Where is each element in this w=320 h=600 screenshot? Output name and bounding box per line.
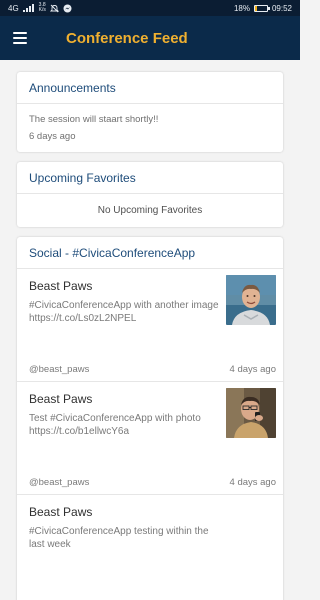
post-text: Test #CivicaConferenceApp with photo htt…: [29, 413, 201, 437]
net-speed-unit: K/s: [38, 7, 46, 13]
post-time: 4 days ago: [229, 364, 276, 375]
hamburger-icon-line: [13, 37, 27, 39]
social-post[interactable]: Beast Paws #CivicaConferenceApp testing …: [17, 495, 283, 600]
muted-bell-icon: [49, 4, 59, 12]
page-title: Conference Feed: [66, 29, 188, 47]
menu-button[interactable]: [0, 16, 40, 60]
hamburger-icon-line: [13, 42, 27, 44]
post-photo[interactable]: [226, 275, 276, 325]
favorites-empty-text: No Upcoming Favorites: [97, 205, 203, 216]
status-right: 18% 09:52: [234, 4, 292, 13]
post-text: #CivicaConferenceApp with another image …: [29, 300, 219, 324]
post-text: #CivicaConferenceApp testing within the …: [29, 526, 209, 550]
social-post[interactable]: Beast Paws Test #CivicaConferenceApp wit…: [17, 382, 283, 495]
status-left: 4G 3.8 K/s: [8, 3, 72, 13]
social-card: Social - #CivicaConferenceApp Beast Paws…: [17, 237, 283, 600]
feed-content[interactable]: Announcements The session will staart sh…: [0, 60, 300, 600]
battery-level: [254, 5, 258, 11]
post-footer: @beast_paws 4 days ago: [29, 477, 276, 488]
net-speed: 3.8 K/s: [39, 3, 46, 13]
hamburger-icon-line: [13, 32, 27, 34]
announcements-header: Announcements: [17, 72, 283, 104]
post-handle: @beast_paws: [29, 477, 90, 488]
favorites-header: Upcoming Favorites: [17, 162, 283, 194]
post-footer: @beast_paws 4 days ago: [29, 364, 276, 375]
clock: 09:52: [271, 3, 292, 13]
post-photo[interactable]: [226, 388, 276, 438]
announcements-card: Announcements The session will staart sh…: [17, 72, 283, 152]
messenger-icon: [63, 4, 72, 12]
battery-percent: 18%: [233, 3, 250, 13]
signal-icon: [22, 4, 34, 12]
post-handle: @beast_paws: [29, 364, 90, 375]
announcement-item[interactable]: The session will staart shortly!! 6 days…: [17, 104, 283, 152]
social-header: Social - #CivicaConferenceApp: [17, 237, 283, 269]
battery-icon: [253, 4, 270, 12]
favorites-card: Upcoming Favorites No Upcoming Favorites: [17, 162, 283, 227]
announcement-text: The session will staart shortly!!: [29, 114, 159, 125]
post-time: 4 days ago: [229, 477, 276, 488]
person-photo-icon: [226, 275, 276, 325]
app-bar: Conference Feed: [0, 16, 300, 60]
status-bar: 4G 3.8 K/s 18% 09:52: [0, 0, 300, 16]
announcement-time: 6 days ago: [29, 131, 76, 142]
post-author: Beast Paws: [29, 505, 93, 519]
social-post[interactable]: Beast Paws #CivicaConferenceApp with ano…: [17, 269, 283, 382]
network-label: 4G: [8, 3, 19, 13]
person-photo-icon: [226, 388, 276, 438]
